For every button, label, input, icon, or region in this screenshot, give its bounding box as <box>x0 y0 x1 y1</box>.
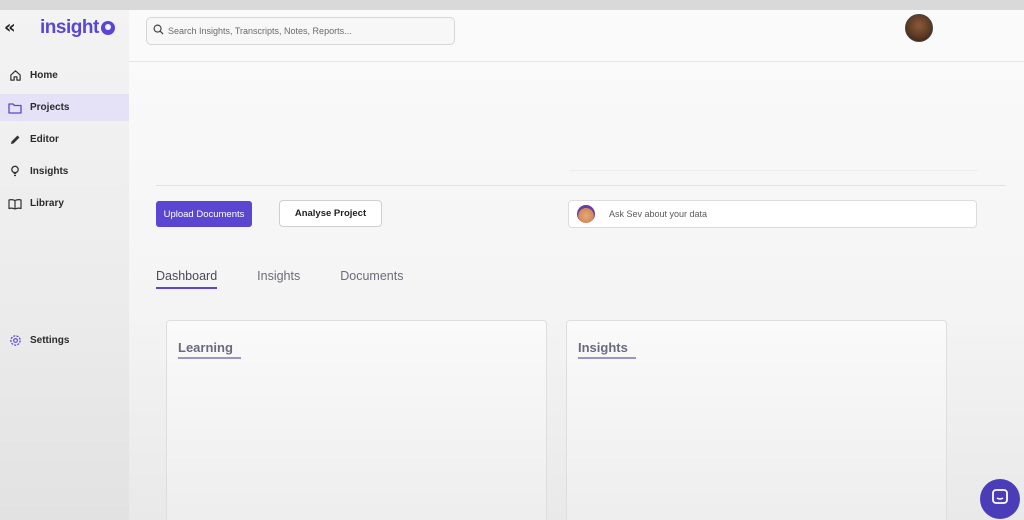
sidebar-item-label: Home <box>30 70 58 81</box>
sidebar-item-editor[interactable]: Editor <box>0 126 129 153</box>
window-top-strip <box>0 0 1024 10</box>
main-content: Upload Documents Analyse Project Dashboa… <box>129 62 1024 520</box>
chat-icon <box>990 487 1010 512</box>
chat-support-button[interactable] <box>980 479 1020 519</box>
project-tabs: Dashboard Insights Documents <box>156 269 443 289</box>
logo[interactable]: insight <box>40 17 115 39</box>
insights-card: Insights <box>566 320 947 520</box>
sidebar-item-label: Insights <box>30 166 69 177</box>
sev-assistant-avatar-icon <box>577 205 595 223</box>
sidebar-item-projects[interactable]: Projects <box>0 94 129 121</box>
top-bar <box>129 10 1024 62</box>
sidebar-item-insights[interactable]: Insights <box>0 158 129 185</box>
pencil-icon <box>8 133 22 147</box>
folder-icon <box>8 101 22 115</box>
ask-sev-input[interactable] <box>609 209 959 219</box>
user-avatar[interactable] <box>905 14 933 42</box>
analyse-project-button[interactable]: Analyse Project <box>279 200 382 227</box>
sidebar-item-label: Editor <box>30 134 59 145</box>
book-icon <box>8 197 22 211</box>
sidebar-item-library[interactable]: Library <box>0 190 129 217</box>
sidebar: « insight Home Projects Editor Insights … <box>0 10 129 520</box>
learning-card: Learning <box>166 320 547 520</box>
sidebar-item-label: Settings <box>30 335 70 346</box>
insights-card-title: Insights <box>578 340 636 359</box>
sidebar-item-home[interactable]: Home <box>0 62 129 89</box>
sidebar-item-label: Projects <box>30 102 70 113</box>
home-icon <box>8 69 22 83</box>
gear-icon <box>8 334 22 348</box>
logo-mark-icon <box>100 21 115 35</box>
tab-insights[interactable]: Insights <box>257 269 300 289</box>
search-box[interactable] <box>146 17 455 45</box>
search-icon <box>153 22 164 40</box>
tab-dashboard[interactable]: Dashboard <box>156 269 218 289</box>
section-divider <box>156 185 1006 186</box>
upload-documents-button[interactable]: Upload Documents <box>156 201 252 227</box>
logo-text: insight <box>40 17 99 38</box>
ask-sev-box[interactable] <box>568 200 977 228</box>
sidebar-item-label: Library <box>30 198 64 209</box>
sidebar-item-settings[interactable]: Settings <box>0 327 129 354</box>
divider-line <box>570 170 978 171</box>
sidebar-nav: Home Projects Editor Insights Library Se… <box>0 62 129 346</box>
search-input[interactable] <box>168 26 448 36</box>
collapse-sidebar-button[interactable]: « <box>4 19 20 37</box>
tab-documents[interactable]: Documents <box>340 269 403 289</box>
learning-card-title: Learning <box>178 340 241 359</box>
lightbulb-icon <box>8 165 22 179</box>
